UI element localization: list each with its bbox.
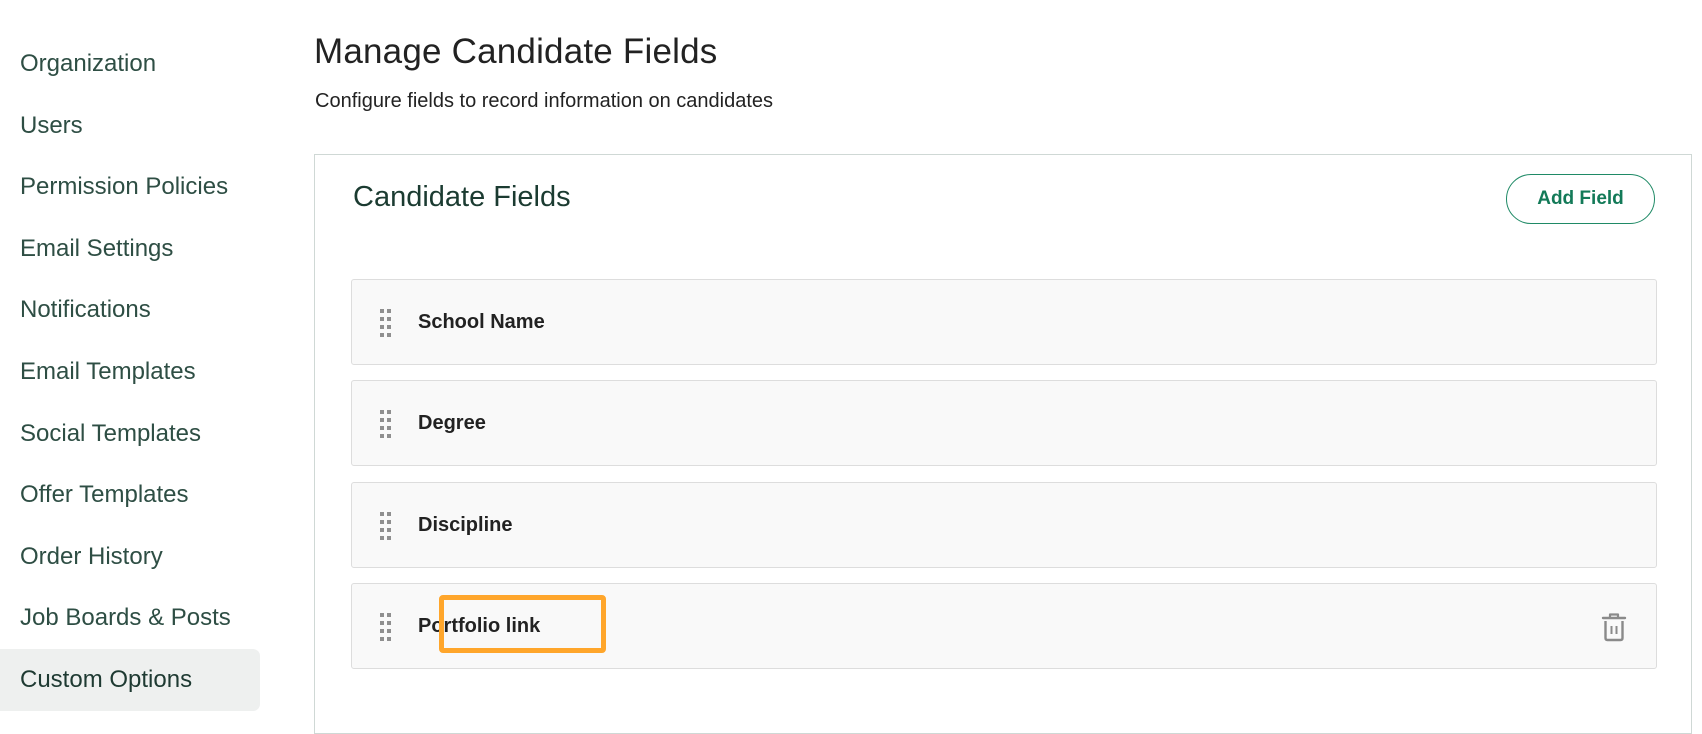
sidebar-item-order-history[interactable]: Order History (0, 526, 260, 588)
sidebar-item-users[interactable]: Users (0, 95, 260, 157)
sidebar-item-notifications[interactable]: Notifications (0, 279, 260, 341)
sidebar-item-permission-policies[interactable]: Permission Policies (0, 156, 260, 218)
field-label: Discipline (418, 514, 513, 536)
panel-title: Candidate Fields (353, 181, 571, 213)
field-row-discipline: Discipline (351, 482, 1657, 568)
sidebar-item-custom-options[interactable]: Custom Options (0, 648, 260, 711)
page-title: Manage Candidate Fields (314, 32, 718, 71)
field-label: Degree (418, 412, 486, 434)
drag-handle-icon[interactable] (380, 613, 394, 641)
settings-sidebar: Organization Users Permission Policies E… (0, 33, 260, 711)
sidebar-item-email-settings[interactable]: Email Settings (0, 218, 260, 280)
page-subtitle: Configure fields to record information o… (315, 90, 774, 112)
add-field-button[interactable]: Add Field (1506, 174, 1655, 224)
field-row-school-name: School Name (351, 279, 1657, 365)
field-row-portfolio-link: Portfolio link (351, 583, 1657, 669)
sidebar-item-job-boards-posts[interactable]: Job Boards & Posts (0, 587, 260, 649)
sidebar-item-social-templates[interactable]: Social Templates (0, 403, 260, 465)
drag-handle-icon[interactable] (380, 410, 394, 438)
field-label: Portfolio link (418, 615, 541, 637)
field-label: School Name (418, 311, 545, 333)
sidebar-item-email-templates[interactable]: Email Templates (0, 341, 260, 403)
sidebar-item-organization[interactable]: Organization (0, 33, 260, 95)
drag-handle-icon[interactable] (380, 512, 394, 540)
sidebar-item-offer-templates[interactable]: Offer Templates (0, 464, 260, 526)
trash-icon[interactable] (1601, 612, 1627, 642)
candidate-fields-panel: Candidate Fields Add Field School Name D… (314, 154, 1692, 734)
field-row-degree: Degree (351, 380, 1657, 466)
drag-handle-icon[interactable] (380, 309, 394, 337)
